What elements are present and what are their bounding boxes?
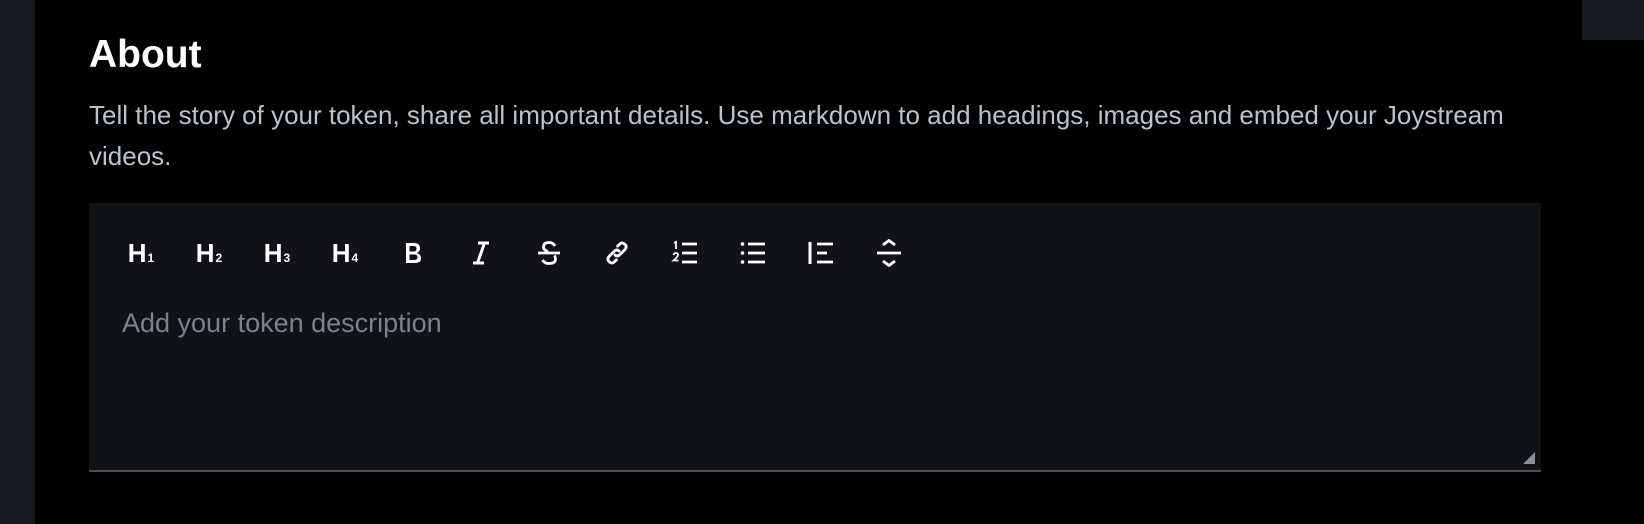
horizontal-rule-icon — [877, 239, 901, 267]
editor-toolbar: H1 H2 H3 H4 — [107, 229, 923, 277]
heading-1-level: 1 — [147, 251, 155, 265]
blockquote-button[interactable] — [787, 229, 855, 277]
italic-icon — [473, 241, 489, 265]
bold-button[interactable] — [379, 229, 447, 277]
strikethrough-button[interactable] — [515, 229, 583, 277]
heading-2-level: 2 — [215, 251, 223, 265]
link-button[interactable] — [583, 229, 651, 277]
italic-button[interactable] — [447, 229, 515, 277]
token-description-input[interactable] — [122, 303, 1512, 443]
heading-2-button[interactable]: H2 — [175, 229, 243, 277]
heading-4-icon: H — [331, 238, 351, 268]
top-right-panel-edge — [1582, 0, 1644, 40]
heading-1-button[interactable]: H1 — [107, 229, 175, 277]
heading-3-icon: H — [263, 238, 283, 268]
heading-4-level: 4 — [351, 251, 359, 265]
heading-4-button[interactable]: H4 — [311, 229, 379, 277]
resize-handle[interactable] — [1523, 452, 1535, 464]
ordered-list-icon — [671, 240, 697, 264]
left-sidebar-edge — [0, 0, 35, 524]
section-description: Tell the story of your token, share all … — [89, 100, 1504, 171]
heading-2-icon: H — [195, 238, 215, 268]
strikethrough-icon — [538, 241, 560, 265]
heading-3-level: 3 — [283, 251, 291, 265]
blockquote-icon — [808, 242, 833, 264]
markdown-editor: H1 H2 H3 H4 — [89, 203, 1541, 472]
unordered-list-button[interactable] — [719, 229, 787, 277]
horizontal-rule-button[interactable] — [855, 229, 923, 277]
unordered-list-icon — [740, 242, 765, 264]
link-icon — [606, 241, 628, 265]
section-title: About — [89, 33, 202, 76]
ordered-list-button[interactable] — [651, 229, 719, 277]
heading-3-button[interactable]: H3 — [243, 229, 311, 277]
heading-1-icon: H — [127, 238, 147, 268]
bold-icon — [406, 243, 421, 263]
